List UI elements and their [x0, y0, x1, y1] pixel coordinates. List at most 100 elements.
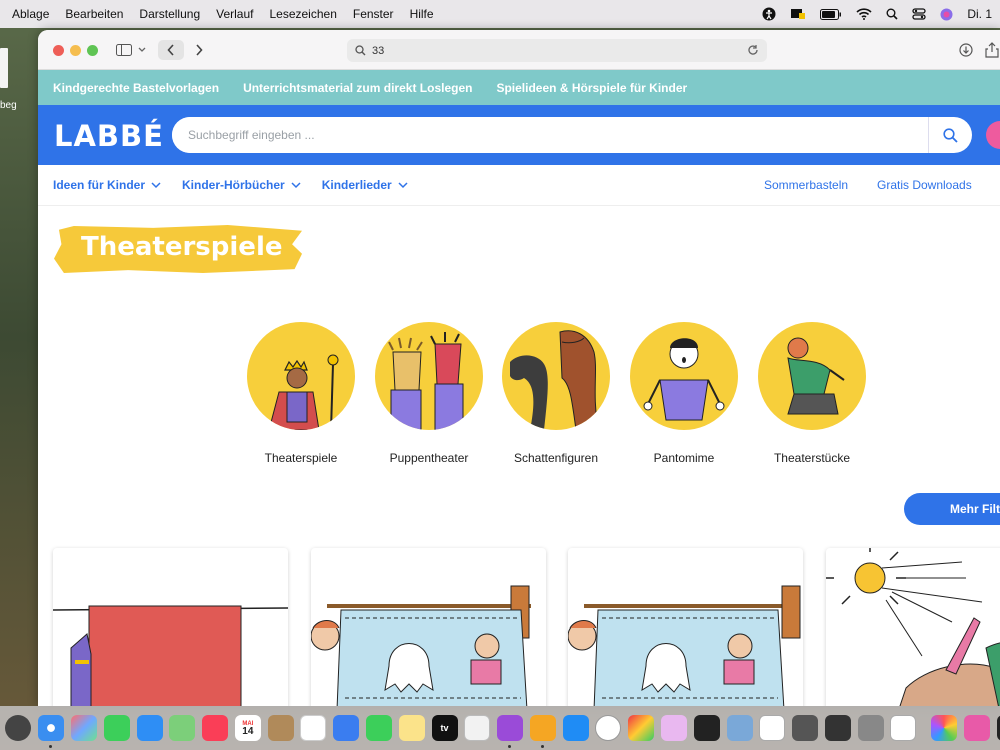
nav-ideen-fuer-kinder[interactable]: Ideen für Kinder: [53, 178, 161, 192]
menu-fenster[interactable]: Fenster: [353, 7, 394, 21]
share-icon[interactable]: [984, 40, 1000, 60]
chevron-down-icon: [151, 181, 161, 188]
activity-monitor-icon[interactable]: [693, 715, 720, 741]
puppentheater-illustration: [375, 322, 483, 430]
pages-icon[interactable]: [529, 715, 556, 748]
display-icon[interactable]: [790, 8, 806, 21]
link-unterrichtsmaterial[interactable]: Unterrichtsmaterial zum direkt Loslegen: [243, 81, 472, 95]
theaterstuecke-illustration: [758, 322, 866, 430]
menu-ablage[interactable]: Ablage: [12, 7, 49, 21]
product-card[interactable]: [53, 548, 288, 706]
clock-icon[interactable]: [595, 715, 622, 741]
nav-kinder-hoerbuecher[interactable]: Kinder-Hörbücher: [182, 178, 301, 192]
audio-midi-icon[interactable]: [824, 715, 851, 741]
control-center-icon[interactable]: [912, 8, 926, 20]
apple-tv-label: tv: [440, 723, 449, 733]
top-links-bar: Kindgerechte Bastelvorlagen Unterrichtsm…: [38, 70, 1000, 105]
account-avatar[interactable]: [986, 121, 1000, 149]
card-illustration: [311, 585, 531, 706]
app-store-icon[interactable]: [562, 715, 589, 741]
launchpad-icon[interactable]: [70, 715, 97, 741]
theaterspiele-illustration: [247, 322, 355, 430]
close-window-button[interactable]: [53, 45, 64, 56]
battery-icon[interactable]: [820, 8, 842, 20]
product-card[interactable]: [568, 548, 803, 706]
search-input[interactable]: [172, 117, 912, 153]
page-title: Theaterspiele: [81, 232, 283, 262]
product-card[interactable]: [826, 548, 1000, 706]
category-label: Puppentheater: [389, 451, 469, 465]
sidebar-toggle-icon[interactable]: [114, 40, 134, 60]
colorsync-icon[interactable]: [628, 715, 655, 741]
link-gratis-downloads[interactable]: Gratis Downloads: [877, 178, 972, 192]
maps-icon[interactable]: [169, 715, 196, 741]
calculator-icon[interactable]: [857, 715, 884, 741]
category-nav: Ideen für Kinder Kinder-Hörbücher Kinder…: [38, 165, 1000, 206]
preview-icon[interactable]: [661, 715, 688, 741]
reload-icon[interactable]: [747, 44, 759, 56]
menu-hilfe[interactable]: Hilfe: [410, 7, 434, 21]
facetime-icon[interactable]: [365, 715, 392, 741]
files-icon[interactable]: [964, 715, 991, 741]
nav-kinderlieder[interactable]: Kinderlieder: [322, 178, 408, 192]
photos-icon[interactable]: [931, 715, 958, 741]
forward-button[interactable]: [190, 40, 208, 60]
keynote-icon[interactable]: [333, 715, 360, 741]
address-bar-text: 33: [372, 44, 385, 57]
mail-icon[interactable]: [136, 715, 163, 741]
category-label: Pantomime: [653, 451, 715, 465]
category-schattenfiguren[interactable]: Schattenfiguren: [501, 322, 611, 465]
product-card[interactable]: [311, 548, 546, 706]
menu-lesezeichen[interactable]: Lesezeichen: [269, 7, 336, 21]
category-pantomime[interactable]: Pantomime: [629, 322, 739, 465]
more-filters-button[interactable]: Mehr Filt: [904, 493, 1000, 525]
card-illustration: [568, 585, 801, 706]
chevron-down-icon[interactable]: [136, 40, 148, 60]
search-button[interactable]: [928, 117, 972, 153]
desktop-file-label: beg: [0, 100, 17, 111]
category-puppentheater[interactable]: Puppentheater: [374, 322, 484, 465]
freeform-icon[interactable]: [464, 715, 491, 741]
spotlight-search-icon[interactable]: [886, 8, 898, 20]
safari-icon[interactable]: [38, 715, 65, 748]
contacts-icon[interactable]: [267, 715, 294, 741]
nav-label: Ideen für Kinder: [53, 178, 146, 192]
music-icon[interactable]: [202, 715, 229, 741]
back-button[interactable]: [158, 40, 184, 60]
desktop-file-icon[interactable]: [0, 48, 8, 88]
wifi-icon[interactable]: [856, 8, 872, 20]
apple-tv-icon[interactable]: tv: [431, 715, 458, 741]
link-bastelvorlagen[interactable]: Kindgerechte Bastelvorlagen: [53, 81, 219, 95]
menu-verlauf[interactable]: Verlauf: [216, 7, 253, 21]
site-logo[interactable]: LABBÉ: [54, 119, 164, 153]
textedit-icon[interactable]: [759, 715, 786, 741]
chevron-down-icon: [291, 181, 301, 188]
category-theaterspiele[interactable]: Theaterspiele: [246, 322, 356, 465]
browser-toolbar: 33: [38, 30, 1000, 70]
menu-bearbeiten[interactable]: Bearbeiten: [65, 7, 123, 21]
menu-bar: Ablage Bearbeiten Darstellung Verlauf Le…: [0, 0, 1000, 28]
link-sommerbasteln[interactable]: Sommerbasteln: [764, 178, 848, 192]
messages-icon[interactable]: [103, 715, 130, 741]
reminders-icon[interactable]: [300, 715, 327, 741]
podcasts-icon[interactable]: [497, 715, 524, 748]
menu-darstellung[interactable]: Darstellung: [139, 7, 200, 21]
dock: MAI 14 tv: [0, 706, 1000, 750]
freeform-board-icon[interactable]: [890, 715, 917, 741]
siri-icon[interactable]: [940, 8, 953, 21]
category-theaterstuecke[interactable]: Theaterstücke: [757, 322, 867, 465]
calendar-icon[interactable]: MAI 14: [234, 715, 261, 741]
downloads-icon[interactable]: [956, 40, 976, 60]
zoom-window-button[interactable]: [87, 45, 98, 56]
notes-icon[interactable]: [398, 715, 425, 741]
accessibility-icon[interactable]: [762, 7, 776, 21]
finder-partial-icon[interactable]: [5, 715, 32, 741]
keychain-icon[interactable]: [792, 715, 819, 741]
system-information-icon[interactable]: [726, 715, 753, 741]
minimize-window-button[interactable]: [70, 45, 81, 56]
link-spielideen[interactable]: Spielideen & Hörspiele für Kinder: [496, 81, 687, 95]
menubar-clock[interactable]: Di. 1: [967, 7, 992, 21]
site-search: [172, 117, 972, 153]
address-bar[interactable]: 33: [347, 39, 767, 62]
site-header: LABBÉ: [38, 105, 1000, 165]
